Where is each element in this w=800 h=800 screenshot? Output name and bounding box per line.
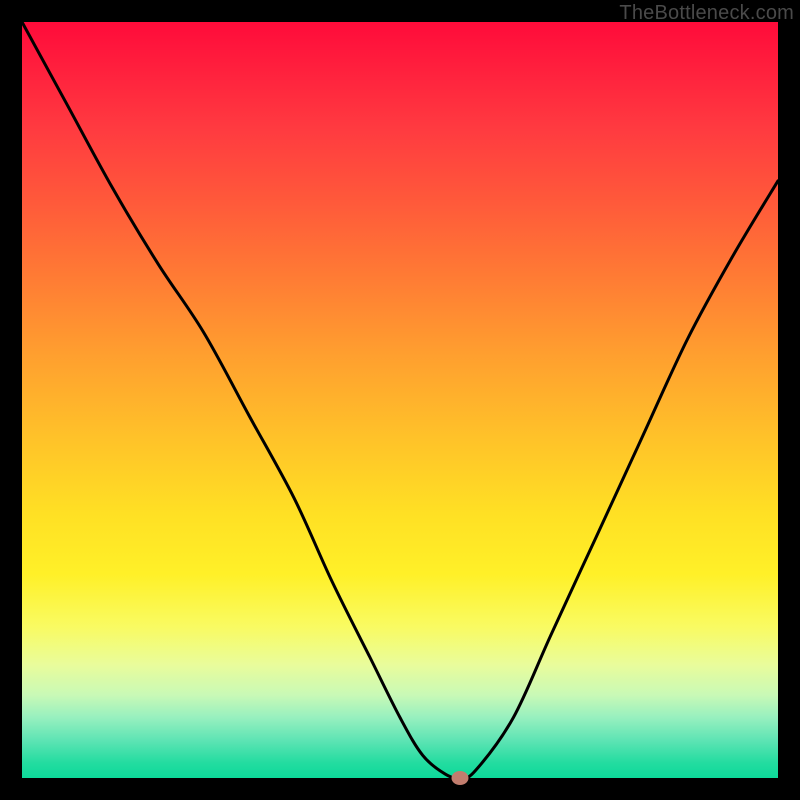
marker-dot: [452, 771, 469, 785]
chart-frame: TheBottleneck.com: [0, 0, 800, 800]
watermark-label: TheBottleneck.com: [619, 2, 794, 25]
plot-area: [22, 22, 778, 778]
curve-svg: [22, 22, 778, 778]
bottleneck-curve: [22, 22, 778, 778]
